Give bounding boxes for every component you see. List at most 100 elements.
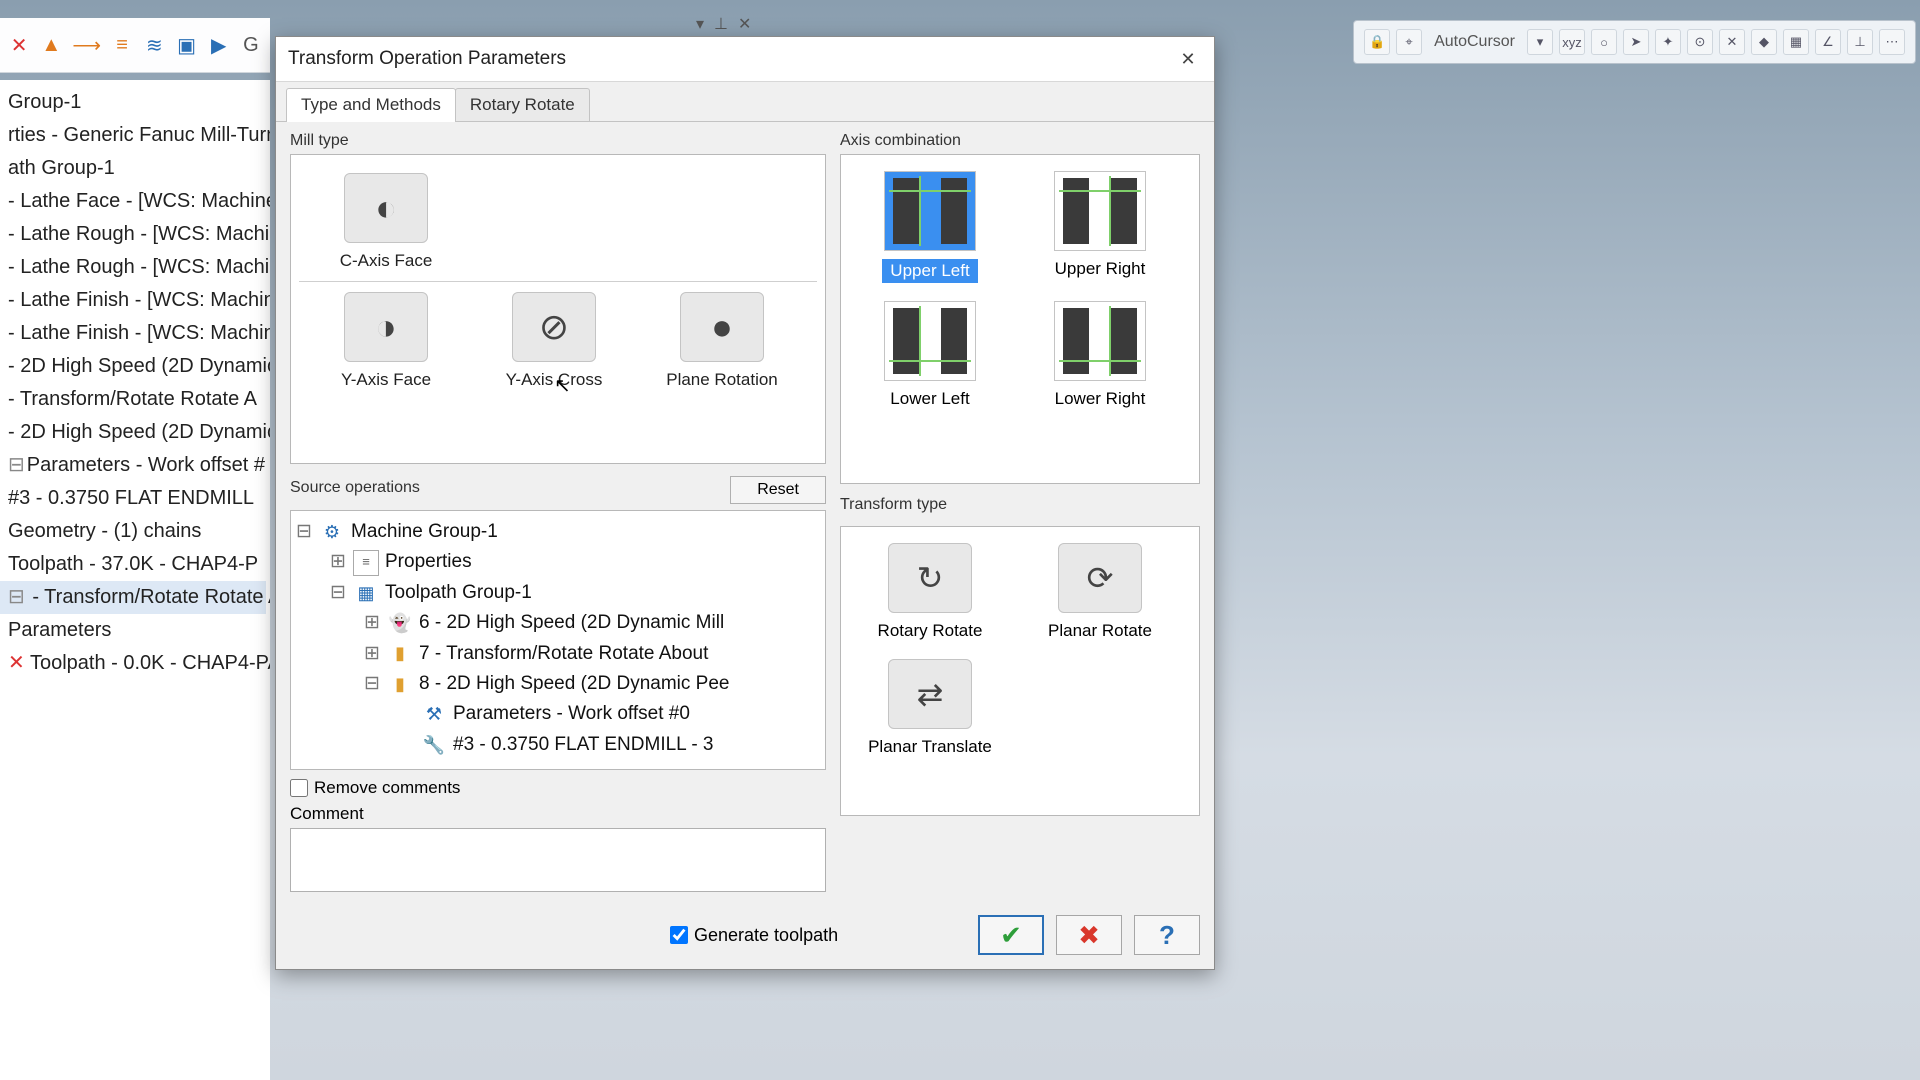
tab-rotary-rotate[interactable]: Rotary Rotate (455, 88, 590, 121)
origin-icon[interactable]: ✦ (1655, 29, 1681, 55)
axis-ll-icon (884, 301, 976, 381)
transform-option-planar-rotate[interactable]: ⟳ Planar Rotate (1035, 543, 1165, 641)
post-icon[interactable]: G (240, 30, 262, 60)
tree-row[interactable]: - 2D High Speed (2D Dynamic (0, 416, 266, 449)
transform-type-label: Transform type (840, 496, 1200, 514)
simulate-icon[interactable]: ▶ (208, 30, 230, 60)
verify-icon[interactable]: ▣ (175, 30, 197, 60)
dialog-title: Transform Operation Parameters (288, 48, 566, 70)
axis-option-upper-left[interactable]: Upper Left (865, 171, 995, 283)
angle-icon[interactable]: ∠ (1815, 29, 1841, 55)
dialog-footer: Generate toolpath ✔ ✖ ? (276, 905, 1214, 969)
pin-icon[interactable]: ⊥ (714, 14, 728, 34)
endpoint-icon[interactable]: ⊙ (1687, 29, 1713, 55)
delete-icon[interactable]: ✕ (8, 30, 30, 60)
tree-node-tool[interactable]: 🔧#3 - 0.3750 FLAT ENDMILL - 3 (295, 730, 821, 760)
mill-plane-icon: ● (680, 292, 764, 362)
axis-option-lower-right[interactable]: Lower Right (1035, 301, 1165, 409)
tangent-icon[interactable]: ⊥ (1847, 29, 1873, 55)
autocursor-icon[interactable]: ⌖ (1396, 29, 1422, 55)
tree-row[interactable]: rties - Generic Fanuc Mill-Turn (0, 119, 266, 152)
lock-icon[interactable]: 🔒 (1364, 29, 1390, 55)
transform-option-planar-translate[interactable]: ⇄ Planar Translate (865, 659, 995, 757)
tree-node-toolpath-group[interactable]: ⊟▦Toolpath Group-1 (295, 578, 821, 608)
tree-row[interactable]: - Transform/Rotate Rotate A (0, 383, 266, 416)
tree-node-params[interactable]: ⚒Parameters - Work offset #0 (295, 699, 821, 729)
tree-row-selected[interactable]: ⊟ - Transform/Rotate Rotate A (0, 581, 266, 614)
grid-icon[interactable]: ▦ (1783, 29, 1809, 55)
generate-toolpath-checkbox[interactable]: Generate toolpath (670, 925, 838, 946)
planar-translate-icon: ⇄ (888, 659, 972, 729)
transform-option-rotary-rotate[interactable]: ↻ Rotary Rotate (865, 543, 995, 641)
help-button[interactable]: ? (1134, 915, 1200, 955)
mill-option-plane-rotation[interactable]: ● Plane Rotation (647, 292, 797, 390)
dialog-titlebar: Transform Operation Parameters ✕ (276, 37, 1214, 82)
tree-node-op7[interactable]: ⊞▮7 - Transform/Rotate Rotate About (295, 639, 821, 669)
mill-type-label: Mill type (290, 132, 826, 150)
tool-icon: 🔧 (421, 732, 447, 758)
select-icon[interactable]: ▲ (40, 30, 62, 60)
mill-option-y-axis-face[interactable]: ◑ Y-Axis Face (311, 292, 461, 390)
intersect-icon[interactable]: ✕ (1719, 29, 1745, 55)
dialog-tabs: Type and Methods Rotary Rotate (276, 82, 1214, 122)
generate-toolpath-input[interactable] (670, 926, 688, 944)
tree-row[interactable]: #3 - 0.3750 FLAT ENDMILL (0, 482, 266, 515)
snap-icon[interactable]: ○ (1591, 29, 1617, 55)
tree-row[interactable]: - Lathe Rough - [WCS: Machi (0, 251, 266, 284)
tree-row[interactable]: Parameters (0, 614, 266, 647)
tree-row[interactable]: - Lathe Finish - [WCS: Machin (0, 284, 266, 317)
move-icon[interactable]: ⟶ (72, 30, 101, 60)
folder-icon: ▮ (387, 671, 413, 697)
mill-option-y-axis-cross[interactable]: ⊘ Y-Axis Cross (479, 292, 629, 390)
operations-manager-tree[interactable]: Group-1 rties - Generic Fanuc Mill-Turn … (0, 80, 270, 1080)
tree-row[interactable]: Group-1 (0, 86, 266, 119)
arrow-icon[interactable]: ➤ (1623, 29, 1649, 55)
axis-option-upper-right[interactable]: Upper Right (1035, 171, 1165, 283)
toolbar-dropdown-icon[interactable]: ▾ (1527, 29, 1553, 55)
coord-icon[interactable]: xyz (1559, 29, 1585, 55)
sort-icon[interactable]: ≡ (111, 30, 133, 60)
more-icon[interactable]: ⋯ (1879, 29, 1905, 55)
parameters-icon: ⚒ (421, 702, 447, 728)
panel-pin-controls: ▾ ⊥ ✕ (696, 14, 751, 34)
ok-button[interactable]: ✔ (978, 915, 1044, 955)
source-operations-tree[interactable]: ⊟⚙Machine Group-1 ⊞≡Properties ⊟▦Toolpat… (290, 510, 826, 770)
close-icon[interactable]: ✕ (1174, 45, 1202, 73)
tree-row[interactable]: ath Group-1 (0, 152, 266, 185)
ghost-icon: 👻 (387, 610, 413, 636)
tree-row[interactable]: - Lathe Finish - [WCS: Machin (0, 317, 266, 350)
axis-ul-icon (884, 171, 976, 251)
regen-icon[interactable]: ≋ (143, 30, 165, 60)
tree-row[interactable]: - Lathe Rough - [WCS: Machi (0, 218, 266, 251)
cancel-button[interactable]: ✖ (1056, 915, 1122, 955)
tree-row[interactable]: Toolpath - 37.0K - CHAP4-P (0, 548, 266, 581)
tree-row[interactable]: ⊟Parameters - Work offset # (0, 449, 266, 482)
dropdown-icon[interactable]: ▾ (696, 14, 704, 34)
top-right-toolbar: 🔒 ⌖ AutoCursor ▾ xyz ○ ➤ ✦ ⊙ ✕ ◆ ▦ ∠ ⊥ ⋯ (1353, 20, 1916, 64)
tree-node-op6[interactable]: ⊞👻6 - 2D High Speed (2D Dynamic Mill (295, 608, 821, 638)
autocursor-label: AutoCursor (1428, 33, 1521, 51)
tree-row[interactable]: ✕ Toolpath - 0.0K - CHAP4-PA (0, 647, 266, 680)
axis-option-lower-left[interactable]: Lower Left (865, 301, 995, 409)
properties-icon: ≡ (353, 550, 379, 576)
rotary-rotate-icon: ↻ (888, 543, 972, 613)
mill-option-c-axis-face[interactable]: ◐ C-Axis Face (311, 173, 461, 271)
tab-type-and-methods[interactable]: Type and Methods (286, 88, 456, 121)
tree-node-properties[interactable]: ⊞≡Properties (295, 547, 821, 577)
mill-yface-icon: ◑ (344, 292, 428, 362)
tree-row[interactable]: Geometry - (1) chains (0, 515, 266, 548)
midpoint-icon[interactable]: ◆ (1751, 29, 1777, 55)
tree-row[interactable]: - Lathe Face - [WCS: Machine (0, 185, 266, 218)
folder-icon: ▮ (387, 641, 413, 667)
comment-label: Comment (290, 804, 826, 824)
tree-row[interactable]: - 2D High Speed (2D Dynamic (0, 350, 266, 383)
comment-input[interactable] (290, 828, 826, 892)
remove-comments-input[interactable] (290, 779, 308, 797)
transform-type-panel: ↻ Rotary Rotate ⟳ Planar Rotate ⇄ Planar… (840, 526, 1200, 816)
machine-icon: ⚙ (319, 519, 345, 545)
remove-comments-checkbox[interactable]: Remove comments (290, 778, 826, 798)
tree-node-machine-group[interactable]: ⊟⚙Machine Group-1 (295, 517, 821, 547)
tree-node-op8[interactable]: ⊟▮8 - 2D High Speed (2D Dynamic Pee (295, 669, 821, 699)
reset-button[interactable]: Reset (730, 476, 826, 504)
close-panel-icon[interactable]: ✕ (738, 14, 751, 34)
